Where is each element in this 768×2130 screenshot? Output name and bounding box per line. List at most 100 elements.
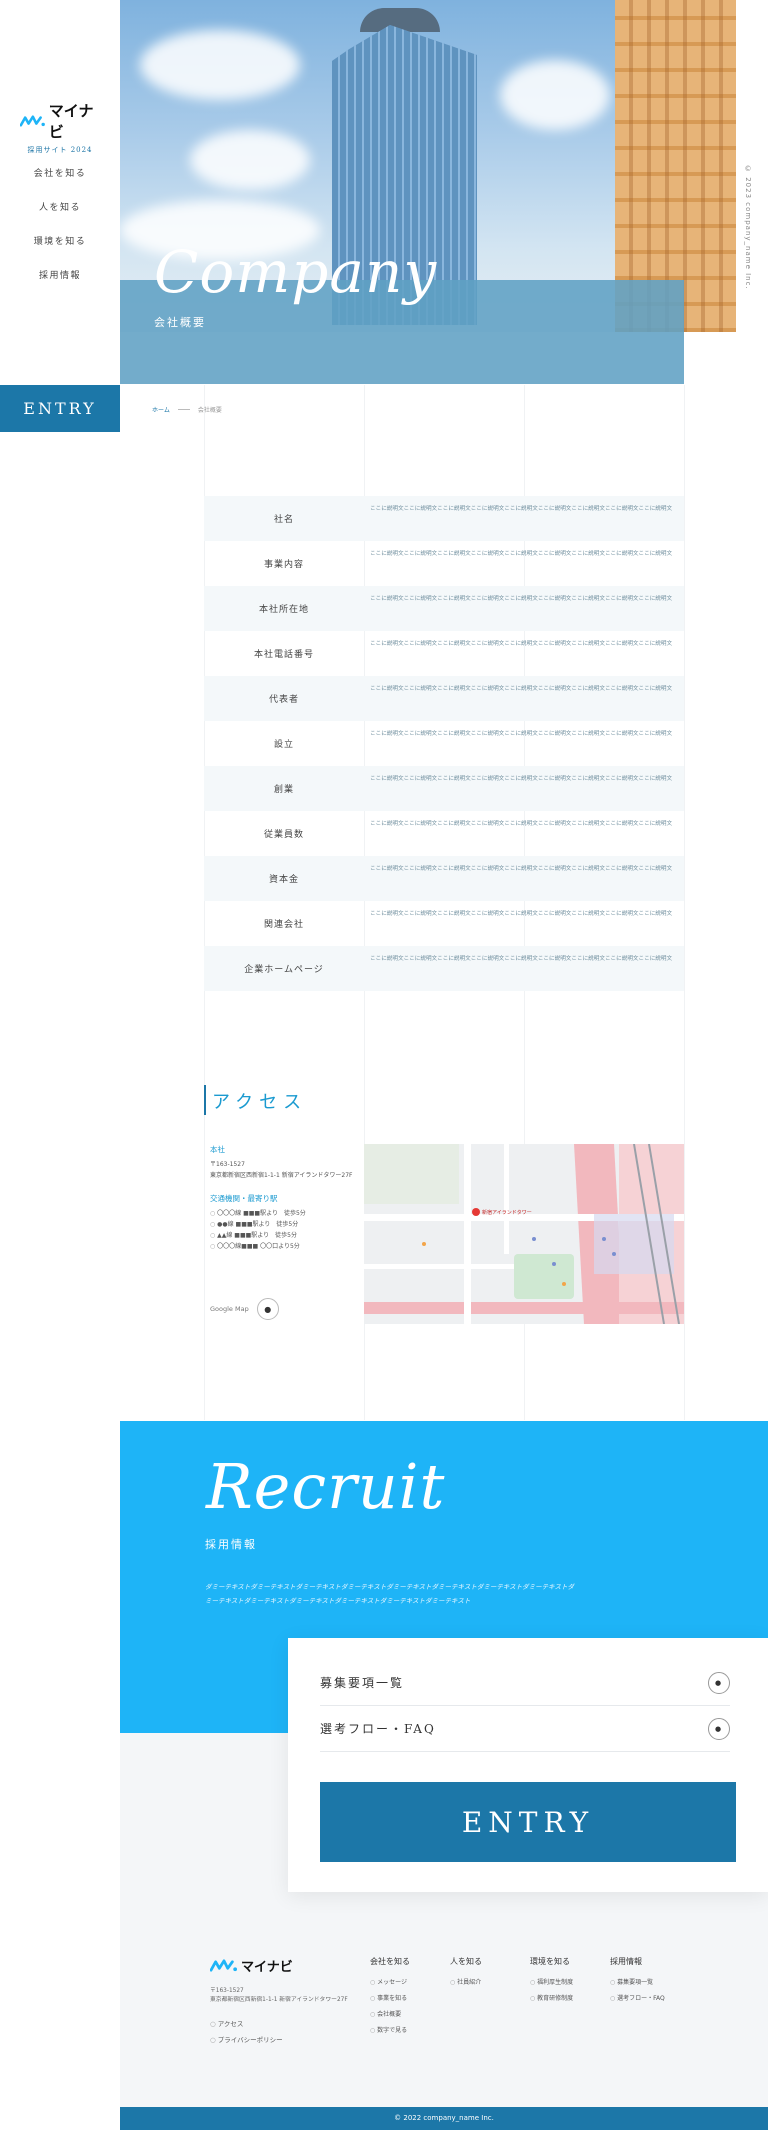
row-value: ここに説明文ここに説明文ここに説明文ここに説明文ここに説明文ここに説明文ここに説… bbox=[370, 641, 673, 647]
footer-col-heading[interactable]: 採用情報 bbox=[610, 1956, 665, 1967]
row-value: ここに説明文ここに説明文ここに説明文ここに説明文ここに説明文ここに説明文ここに説… bbox=[370, 596, 673, 602]
footer-postal: 〒163-1527 bbox=[210, 1988, 244, 1994]
footer-col-item[interactable]: 会社概要 bbox=[370, 2007, 410, 2023]
recruit-script-title: Recruit bbox=[206, 1450, 446, 1523]
map-graphic: 新宿アイランドタワー bbox=[364, 1144, 684, 1324]
footer-col-item[interactable]: 福利厚生制度 bbox=[530, 1975, 573, 1991]
table-row: 設立 ここに説明文ここに説明文ここに説明文ここに説明文ここに説明文ここに説明文ここ… bbox=[204, 721, 684, 766]
footer-col-environment: 環境を知る 福利厚生制度 教育研修制度 bbox=[530, 1956, 573, 2007]
row-label: 創業 bbox=[273, 785, 294, 795]
table-row: 創業 ここに説明文ここに説明文ここに説明文ここに説明文ここに説明文ここに説明文ここ… bbox=[204, 766, 684, 811]
footer-col-heading[interactable]: 会社を知る bbox=[370, 1956, 410, 1967]
site-logo[interactable]: マイナビ 採用サイト 2024 bbox=[20, 100, 100, 155]
row-value: ここに説明文ここに説明文ここに説明文ここに説明文ここに説明文ここに説明文ここに説… bbox=[370, 551, 673, 557]
google-map-link[interactable]: Google Map ● bbox=[210, 1298, 279, 1320]
recruit-link-requirements[interactable]: 募集要項一覧 ● bbox=[320, 1660, 730, 1706]
mynavi-mark-icon bbox=[20, 115, 45, 127]
footer-col-item[interactable]: 社員紹介 bbox=[450, 1975, 482, 1991]
table-row: 関連会社 ここに説明文ここに説明文ここに説明文ここに説明文ここに説明文ここに説明文… bbox=[204, 901, 684, 946]
row-label: 設立 bbox=[273, 740, 294, 750]
access-info: 本社 〒163-1527 東京都新宿区西新宿1-1-1 新宿アイランドタワー27… bbox=[210, 1144, 360, 1252]
office-postal: 〒163-1527 bbox=[210, 1161, 245, 1168]
page: Company 会社概要 © 2023 company_name Inc. マイ… bbox=[0, 0, 768, 2130]
hero-script-title: Company bbox=[154, 238, 438, 306]
recruit-description: ダミーテキストダミーテキストダミーテキストダミーテキストダミーテキストダミーテキ… bbox=[205, 1583, 574, 1605]
arrow-circle-icon: ● bbox=[708, 1717, 730, 1740]
table-row: 本社所在地 ここに説明文ここに説明文ここに説明文ここに説明文ここに説明文ここに説明… bbox=[204, 586, 684, 631]
transport-item: ●●線 ■■■駅より 徒歩5分 bbox=[210, 1219, 360, 1230]
footer-logo[interactable]: マイナビ bbox=[210, 1956, 293, 1975]
access-map[interactable]: 新宿アイランドタワー bbox=[364, 1144, 684, 1324]
footer-col-item[interactable]: 教育研修制度 bbox=[530, 1991, 573, 2007]
row-value: ここに説明文ここに説明文ここに説明文ここに説明文ここに説明文ここに説明文ここに説… bbox=[370, 956, 673, 962]
table-row: 本社電話番号 ここに説明文ここに説明文ここに説明文ここに説明文ここに説明文ここに説… bbox=[204, 631, 684, 676]
table-row: 企業ホームページ ここに説明文ここに説明文ここに説明文ここに説明文ここに説明文ここ… bbox=[204, 946, 684, 991]
table-row: 社名 ここに説明文ここに説明文ここに説明文ここに説明文ここに説明文ここに説明文ここ… bbox=[204, 496, 684, 541]
row-value: ここに説明文ここに説明文ここに説明文ここに説明文ここに説明文ここに説明文ここに説… bbox=[370, 821, 673, 827]
transport-heading: 交通機関・最寄り駅 bbox=[210, 1194, 278, 1203]
row-value: ここに説明文ここに説明文ここに説明文ここに説明文ここに説明文ここに説明文ここに説… bbox=[370, 686, 673, 692]
mynavi-mark-icon bbox=[210, 1959, 237, 1972]
office-address: 東京都新宿区西新宿1-1-1 新宿アイランドタワー27F bbox=[210, 1172, 353, 1179]
footer-col-item[interactable]: 数字で見る bbox=[370, 2023, 410, 2039]
table-row: 代表者 ここに説明文ここに説明文ここに説明文ここに説明文ここに説明文ここに説明文こ… bbox=[204, 676, 684, 721]
grid-line bbox=[684, 385, 685, 1420]
row-label: 企業ホームページ bbox=[244, 965, 324, 975]
breadcrumb-home[interactable]: ホーム bbox=[152, 405, 170, 414]
row-label: 資本金 bbox=[268, 875, 299, 885]
entry-button[interactable]: ENTRY bbox=[320, 1782, 736, 1862]
footer-col-heading[interactable]: 人を知る bbox=[450, 1956, 482, 1967]
transport-list: 〇〇〇線 ■■■駅より 徒歩5分 ●●線 ■■■駅より 徒歩5分 ▲▲線 ■■■… bbox=[210, 1208, 360, 1252]
footer-link-privacy[interactable]: プライバシーポリシー bbox=[210, 2032, 283, 2048]
nav-item-people[interactable]: 人を知る bbox=[0, 200, 120, 234]
breadcrumb: ホーム 会社概要 bbox=[152, 405, 222, 414]
row-label: 代表者 bbox=[268, 695, 299, 705]
table-row: 従業員数 ここに説明文ここに説明文ここに説明文ここに説明文ここに説明文ここに説明文… bbox=[204, 811, 684, 856]
row-label: 社名 bbox=[273, 515, 294, 525]
footer-col-item[interactable]: 事業を知る bbox=[370, 1991, 410, 2007]
sidebar-entry-button[interactable]: ENTRY bbox=[0, 385, 120, 432]
row-label: 本社所在地 bbox=[258, 605, 309, 615]
footer-copyright: © 2022 company_name Inc. bbox=[120, 2107, 768, 2130]
table-row: 資本金 ここに説明文ここに説明文ここに説明文ここに説明文ここに説明文ここに説明文こ… bbox=[204, 856, 684, 901]
breadcrumb-current: 会社概要 bbox=[197, 407, 222, 414]
row-label: 従業員数 bbox=[263, 830, 304, 840]
row-value: ここに説明文ここに説明文ここに説明文ここに説明文ここに説明文ここに説明文ここに説… bbox=[370, 911, 673, 917]
recruit-link-label: 選考フロー・FAQ bbox=[320, 1722, 436, 1736]
row-value: ここに説明文ここに説明文ここに説明文ここに説明文ここに説明文ここに説明文ここに説… bbox=[370, 866, 673, 872]
google-map-label: Google Map bbox=[210, 1305, 249, 1313]
transport-item: ▲▲線 ■■■駅より 徒歩5分 bbox=[210, 1230, 360, 1241]
access-title-bar bbox=[204, 1085, 206, 1115]
hero-subtitle: 会社概要 bbox=[154, 316, 206, 329]
nav-item-recruit[interactable]: 採用情報 bbox=[0, 268, 120, 302]
access-title: アクセス bbox=[212, 1092, 308, 1113]
logo-text: マイナビ bbox=[48, 102, 94, 141]
row-label: 事業内容 bbox=[263, 560, 304, 570]
vertical-copyright: © 2023 company_name Inc. bbox=[744, 165, 752, 290]
recruit-link-flow-faq[interactable]: 選考フロー・FAQ ● bbox=[320, 1706, 730, 1752]
logo-subtitle: 採用サイト 2024 bbox=[27, 146, 93, 154]
recruit-link-label: 募集要項一覧 bbox=[320, 1676, 405, 1690]
footer-col-heading[interactable]: 環境を知る bbox=[530, 1956, 573, 1967]
office-heading: 本社 bbox=[210, 1145, 225, 1154]
footer-link-access[interactable]: アクセス bbox=[210, 2016, 283, 2032]
row-label: 関連会社 bbox=[263, 920, 304, 930]
row-value: ここに説明文ここに説明文ここに説明文ここに説明文ここに説明文ここに説明文ここに説… bbox=[370, 776, 673, 782]
sidebar-nav: 会社を知る 人を知る 環境を知る 採用情報 bbox=[0, 166, 120, 302]
footer-col-item[interactable]: 募集要項一覧 bbox=[610, 1975, 665, 1991]
footer-col-item[interactable]: 選考フロー・FAQ bbox=[610, 1991, 665, 2007]
recruit-subtitle: 採用情報 bbox=[205, 1538, 257, 1551]
table-row: 事業内容 ここに説明文ここに説明文ここに説明文ここに説明文ここに説明文ここに説明文… bbox=[204, 541, 684, 586]
nav-item-environment[interactable]: 環境を知る bbox=[0, 234, 120, 268]
footer-col-item[interactable]: メッセージ bbox=[370, 1975, 410, 1991]
row-value: ここに説明文ここに説明文ここに説明文ここに説明文ここに説明文ここに説明文ここに説… bbox=[370, 731, 673, 737]
recruit-card: 募集要項一覧 ● 選考フロー・FAQ ● ENTRY bbox=[288, 1638, 768, 1892]
transport-item: 〇〇〇線 ■■■駅より 徒歩5分 bbox=[210, 1208, 360, 1219]
nav-item-company[interactable]: 会社を知る bbox=[0, 166, 120, 200]
company-overview-table: 社名ここに説明文ここに説明文ここに説明文ここに説明文ここに説明文ここに説明文ここ… bbox=[204, 496, 684, 991]
arrow-circle-icon: ● bbox=[256, 1298, 279, 1320]
transport-item: 〇〇〇線■■■ 〇〇口より5分 bbox=[210, 1241, 360, 1252]
footer-logo-text: マイナビ bbox=[241, 1960, 293, 1975]
footer-address: 〒163-1527 東京都新宿区西新宿1-1-1 新宿アイランドタワー27F bbox=[210, 1987, 348, 2005]
row-label: 本社電話番号 bbox=[253, 650, 314, 660]
